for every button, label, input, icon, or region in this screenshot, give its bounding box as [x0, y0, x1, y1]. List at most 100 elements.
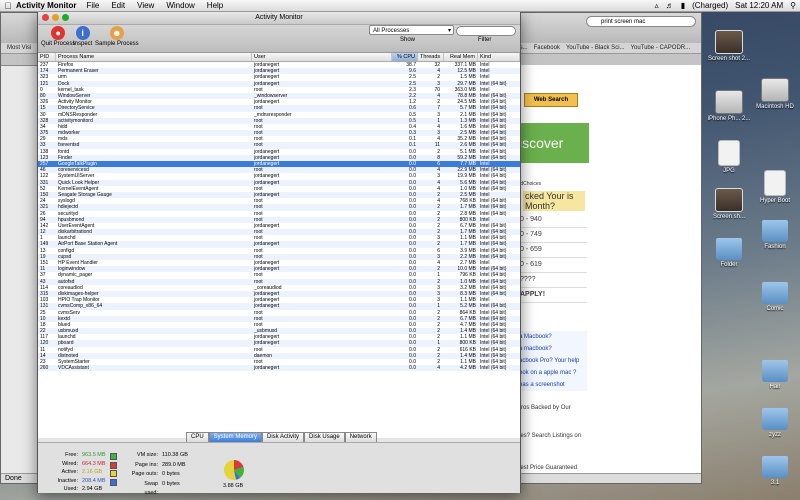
menubar-status: ▵ ♬ ▮ (Charged) Sat 12:20 AM ⚲ [655, 1, 800, 10]
stop-icon: ● [51, 26, 66, 40]
zoom-icon[interactable] [62, 14, 69, 21]
memory-used-row: Used: 2.94 GB [63, 486, 103, 492]
close-icon[interactable] [42, 14, 49, 21]
folder-icon [762, 282, 788, 304]
desktop-icon[interactable]: Fashion [752, 220, 798, 251]
free-swatch [110, 453, 117, 460]
page-text: best Price Guaranteed [517, 465, 578, 471]
memory-stats: Free: 963.5 MB Wired: 664.3 MB Active: 2… [46, 451, 117, 494]
chevron-down-icon: ▾ [447, 28, 451, 34]
desktop-icon[interactable]: iPhone Ph... 2... [706, 90, 752, 123]
window-titlebar[interactable]: Activity Monitor [38, 12, 520, 25]
menu-file[interactable]: File [86, 1, 99, 10]
desktop-icon[interactable]: Screen sh... [706, 188, 752, 221]
memory-inactive-row: Inactive: 208.4 MB [46, 477, 117, 486]
memory-pie-svg [224, 460, 244, 480]
window-title: Activity Monitor [255, 14, 303, 21]
related-link[interactable]: acbook Pro? Your help [517, 355, 587, 367]
related-links: a Macbook? a macbook? acbook Pro? Your h… [517, 331, 587, 391]
sample-icon: ☻ [109, 26, 124, 40]
bookmark-item[interactable]: YouTube - CAPODR... [631, 45, 691, 51]
vm-stats: VM size: 110.38 GB Page ins: 289.0 MB Page… [130, 451, 188, 496]
window-toolbar: ● Quit Process i Inspect ☻ Sample Proces… [38, 25, 520, 53]
ad-rates: 0 - 940 0 - 749 0 - 659 0 - 619 ???? APP… [517, 213, 587, 303]
minimize-icon[interactable] [52, 14, 59, 21]
photo-icon [715, 30, 743, 54]
memory-active-row: Active: 2.16 GB [46, 468, 117, 477]
desktop-icon[interactable]: zyzz [752, 408, 798, 439]
column-kind[interactable]: Kind [478, 53, 520, 61]
activity-monitor-window: Activity Monitor ● Quit Process i Inspec… [37, 11, 521, 496]
wired-swatch [110, 461, 117, 469]
active-swatch [110, 470, 117, 477]
sample-process-button[interactable]: ☻ Sample Process [95, 26, 139, 47]
inspect-button[interactable]: i Inspect [73, 26, 92, 47]
desktop-icon[interactable]: JPG [706, 140, 752, 175]
page-ins-row: Page ins: 289.0 MB [135, 461, 186, 468]
quit-process-button[interactable]: ● Quit Process [41, 26, 75, 47]
folder-icon [716, 238, 742, 260]
apply-button[interactable]: APPLY! [517, 288, 587, 303]
table-row[interactable]: 260 VDCAssistant jordanegert 0.0 4 4.2 MB Inte… [38, 365, 520, 372]
filter-input[interactable] [456, 26, 516, 36]
clock[interactable]: Sat 12:20 AM [735, 1, 783, 10]
filter-label: Filter [478, 37, 492, 43]
web-search-button[interactable]: Web Search [524, 93, 578, 107]
rate-row[interactable]: 0 - 940 [517, 213, 587, 228]
spotlight-icon[interactable]: ⚲ [790, 1, 796, 10]
desktop-icon[interactable]: Comic [752, 282, 798, 313]
related-link[interactable]: has a screenshot [517, 379, 587, 391]
ad-banner[interactable]: iscover [517, 123, 589, 163]
cell-real-mem: 4.2 MB [460, 365, 476, 372]
related-link[interactable]: a macbook? [517, 343, 587, 355]
traffic-lights [42, 14, 69, 21]
bookmark-item[interactable]: YouTube - Black Sci... [566, 45, 625, 51]
process-filter-select[interactable]: All Processes ▾ [369, 25, 454, 35]
column-real-mem[interactable]: Real Mem [444, 53, 478, 61]
cell-process-name: VDCAssistant [58, 365, 89, 372]
apple-icon[interactable]:  [0, 1, 16, 11]
bookmark-most-visited[interactable]: Most Visi [7, 45, 31, 51]
photo-icon [715, 188, 743, 212]
menu-help[interactable]: Help [207, 1, 223, 10]
column-cpu[interactable]: % CPU [392, 53, 418, 61]
column-threads[interactable]: Threads [418, 53, 444, 61]
menu-view[interactable]: View [137, 1, 154, 10]
ad-question: cked Your is Month? [523, 191, 585, 211]
wifi-icon[interactable]: ▵ [655, 1, 659, 10]
info-icon: i [75, 26, 90, 40]
process-table: PID Process Name User % CPU Threads Real… [38, 53, 520, 438]
related-link[interactable]: a Macbook? [517, 331, 587, 343]
rate-row[interactable]: 0 - 659 [517, 243, 587, 258]
desktop-icon[interactable]: Macintosh HD [752, 78, 798, 111]
column-pid[interactable]: PID [38, 53, 56, 61]
rate-row[interactable]: ???? [517, 273, 587, 288]
column-user[interactable]: User [252, 53, 392, 61]
cell-cpu: 0.0 [409, 365, 416, 372]
column-process-name[interactable]: Process Name [56, 53, 252, 61]
desktop-icon[interactable]: Screen shot 2... [706, 30, 752, 63]
desktop-icon[interactable]: Folder [706, 238, 752, 269]
desktop-icon[interactable]: Hair [752, 360, 798, 391]
cell-kind: Intel (64 bit) [480, 365, 507, 372]
volume-icon[interactable]: ♬ [666, 1, 674, 10]
bookmark-item[interactable]: Facebook [534, 45, 560, 51]
menubar-app-name[interactable]: Activity Monitor [16, 1, 76, 10]
page-outs-row: Page outs: 0 bytes [131, 471, 180, 477]
battery-status: (Charged) [692, 1, 729, 10]
rate-row[interactable]: 0 - 619 [517, 258, 587, 273]
rate-row[interactable]: 0 - 749 [517, 228, 587, 243]
menu-window[interactable]: Window [166, 1, 194, 10]
desktop-icon[interactable]: Hyper Boot [752, 170, 798, 205]
folder-icon [762, 220, 788, 242]
desktop-icon[interactable]: 3.1 [752, 456, 798, 487]
battery-icon[interactable]: ▮ [681, 1, 685, 10]
memory-total: 3.88 GB [223, 483, 244, 489]
cell-pid: 260 [40, 365, 49, 372]
related-link[interactable]: ook on a apple mac ? [517, 367, 587, 379]
memory-wired-row: Wired: 664.3 MB [46, 460, 117, 469]
menu-edit[interactable]: Edit [111, 1, 125, 10]
memory-panel: Free: 963.5 MB Wired: 664.3 MB Active: 2… [38, 442, 520, 496]
cell-user: jordanegert [254, 365, 280, 372]
browser-search-input[interactable]: print screen mac [586, 16, 696, 27]
